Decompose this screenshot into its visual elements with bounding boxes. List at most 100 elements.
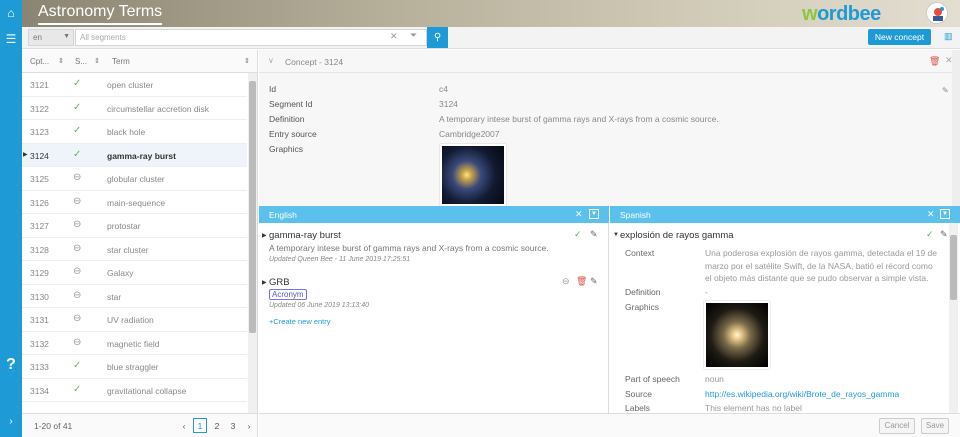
segment-search-input[interactable]: All segments — [75, 29, 427, 46]
gamma-ray-burst-image[interactable] — [440, 144, 506, 206]
clear-icon[interactable]: ✕ — [390, 31, 398, 42]
table-row[interactable]: 3130 ⊖ star — [22, 285, 247, 308]
pending-icon: ⊖ — [73, 219, 82, 230]
page-2[interactable]: 2 — [210, 418, 224, 433]
scroll-thumb[interactable] — [249, 81, 256, 333]
table-row[interactable]: 3122 ✓ circumstellar accretion disk — [22, 97, 247, 120]
user-avatar[interactable] — [926, 2, 948, 24]
graphics-label: Graphics — [625, 302, 660, 312]
approved-icon: ✓ — [73, 101, 82, 113]
english-term-1[interactable]: gamma-ray burst — [269, 230, 341, 241]
sort-icon[interactable]: ⇕ — [58, 57, 64, 65]
field-value-definition: A temporary intese burst of gamma rays a… — [439, 114, 719, 124]
source-link[interactable]: http://es.wikipedia.org/wiki/Brote_de_ra… — [705, 389, 899, 399]
approved-icon: ✓ — [73, 148, 82, 160]
edit-icon[interactable]: ✎ — [590, 229, 598, 240]
top-banner: Astronomy Terms wordbee — [22, 0, 960, 27]
term-list-panel: Cpt... ⇕ S... ⇕ Term ⇕ 3121 ✓ open cluster… — [22, 50, 258, 437]
pending-icon: ⊖ — [73, 172, 82, 183]
concept-scrollbar[interactable] — [952, 50, 960, 207]
home-icon[interactable]: ⌂ — [4, 6, 18, 20]
app-title: Astronomy Terms — [38, 3, 163, 25]
search-button[interactable]: ⚲ — [427, 27, 448, 48]
row-id: 3125 — [30, 174, 49, 184]
english-header: English ✕ ▼ — [259, 206, 609, 223]
pending-icon: ⊖ — [73, 266, 82, 277]
concept-title: Concept - 3124 — [285, 57, 344, 67]
left-nav: ⌂ ☰ ? › — [0, 0, 22, 437]
list-scrollbar[interactable] — [248, 73, 257, 413]
row-term: protostar — [107, 221, 141, 231]
globular-cluster-image[interactable] — [704, 301, 770, 369]
edit-icon[interactable]: ✎ — [590, 276, 598, 287]
list-icon[interactable]: ☰ — [4, 32, 18, 46]
concept-panel: ∨ Concept - 3124 🗑 ✕ Id c4 Segment Id 31… — [259, 50, 960, 207]
wordbee-logo: wordbee — [802, 3, 881, 25]
page-1[interactable]: 1 — [193, 418, 207, 433]
chevron-down-icon[interactable]: ∨ — [268, 56, 274, 65]
help-icon[interactable]: ? — [4, 357, 18, 373]
table-row[interactable]: 3128 ⊖ star cluster — [22, 238, 247, 261]
approved-icon[interactable]: ✓ — [926, 229, 934, 240]
new-concept-button[interactable]: New concept — [868, 29, 931, 45]
close-icon[interactable]: ✕ — [575, 209, 583, 220]
table-row[interactable]: 3134 ✓ gravitational collapse — [22, 379, 247, 402]
cancel-button[interactable]: Cancel — [879, 418, 915, 434]
expand-arrow-icon[interactable]: ▶ — [262, 232, 267, 239]
chevron-down-icon[interactable]: ▼ — [589, 209, 599, 219]
table-row[interactable]: 3127 ⊖ protostar — [22, 214, 247, 238]
table-row[interactable]: 3125 ⊖ globular cluster — [22, 167, 247, 191]
context-line-2: marzo por el satélite Swift, de la NASA,… — [705, 261, 933, 271]
delete-icon[interactable]: 🗑 — [929, 56, 940, 67]
close-icon[interactable]: ✕ — [927, 209, 935, 220]
expand-arrow-icon[interactable]: ▶ — [262, 279, 267, 286]
delete-icon[interactable]: 🗑 — [576, 276, 587, 287]
create-entry-link[interactable]: +Create new entry — [269, 317, 331, 326]
col-header-status[interactable]: S... — [75, 57, 87, 66]
language-select[interactable]: en ▼ — [28, 29, 74, 46]
row-term: gamma-ray burst — [107, 150, 176, 161]
prev-page-icon[interactable]: ‹ — [177, 418, 191, 433]
english-term-2[interactable]: GRB — [269, 277, 290, 288]
table-row[interactable]: ▶ 3124 ✓ gamma-ray burst — [22, 143, 247, 167]
expand-icon[interactable]: › — [4, 415, 18, 429]
english-definition: A temporary intese burst of gamma rays a… — [269, 243, 549, 253]
row-term: star cluster — [107, 244, 149, 255]
spanish-pane: ▼ explosión de rayos gamma ✓ ✎ Context U… — [610, 223, 960, 413]
save-button[interactable]: Save — [921, 418, 949, 434]
chevron-down-icon[interactable]: ▼ — [940, 209, 950, 219]
table-row[interactable]: 3133 ✓ blue straggler — [22, 355, 247, 379]
table-row[interactable]: 3129 ⊖ Galaxy — [22, 261, 247, 285]
concept-header: ∨ Concept - 3124 🗑 ✕ — [259, 50, 960, 73]
sort-icon[interactable]: ⇕ — [244, 57, 250, 65]
collapse-arrow-icon[interactable]: ▼ — [613, 232, 619, 238]
table-row[interactable]: 3132 ⊖ magnetic field — [22, 332, 247, 355]
table-row[interactable]: 3123 ✓ black hole — [22, 120, 247, 144]
page-3[interactable]: 3 — [226, 418, 240, 433]
approved-icon[interactable]: ✓ — [574, 229, 582, 240]
filter-icon[interactable]: ⏷ — [410, 30, 417, 41]
row-term: open cluster — [107, 80, 154, 90]
approved-icon: ✓ — [73, 360, 82, 371]
field-label-segment-id: Segment Id — [269, 99, 313, 109]
pending-icon[interactable]: ⊖ — [562, 276, 570, 287]
row-id: 3132 — [30, 338, 49, 349]
edit-icon[interactable]: ✎ — [942, 86, 949, 95]
sort-icon[interactable]: ⇕ — [94, 57, 100, 65]
row-id: 3134 — [30, 385, 49, 396]
table-row[interactable]: 3131 ⊖ UV radiation — [22, 308, 247, 332]
table-row[interactable]: 3121 ✓ open cluster — [22, 73, 247, 97]
edit-icon[interactable]: ✎ — [940, 229, 948, 240]
spanish-scrollbar[interactable] — [949, 223, 958, 413]
spanish-term[interactable]: explosión de rayos gamma — [620, 230, 734, 241]
english-label: English — [269, 210, 297, 220]
pending-icon: ⊖ — [73, 336, 82, 348]
scroll-thumb[interactable] — [950, 235, 957, 300]
pos-label: Part of speech — [625, 374, 680, 384]
next-page-icon[interactable]: › — [242, 418, 256, 433]
col-header-id[interactable]: Cpt... — [30, 57, 49, 66]
table-row[interactable]: 3126 ⊖ main-sequence — [22, 191, 247, 214]
row-id: 3133 — [30, 362, 49, 372]
columns-icon[interactable]: ▥ — [944, 31, 953, 42]
col-header-term[interactable]: Term — [112, 57, 130, 66]
